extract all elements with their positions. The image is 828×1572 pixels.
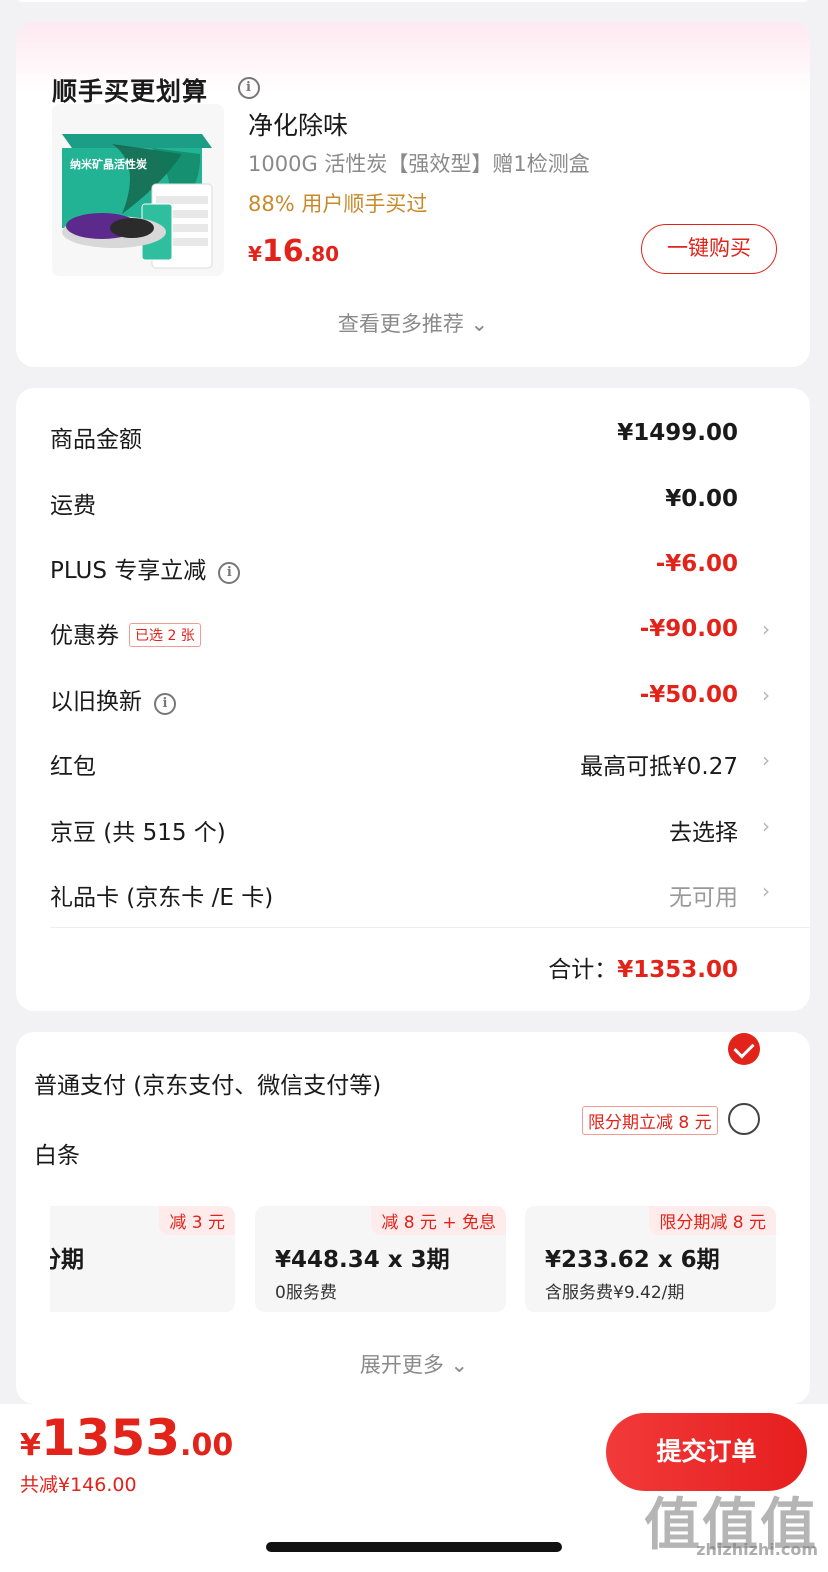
total-label: 合计： [548,957,618,983]
summary-value: -¥90.00 [639,616,738,642]
product-spec: 1000G 活性炭【强效型】赠1检测盒 [248,152,590,176]
expand-more-link[interactable]: 展开更多 ⌄ [0,1349,828,1379]
summary-value: 无可用 [669,885,738,911]
plan-tag: 限分期减 8 元 [649,1206,776,1235]
summary-value: 最高可抵¥0.27 [580,754,738,780]
summary-row-goods: 商品金额 ¥1499.00 [50,414,770,454]
chevron-right-icon: › [762,748,770,772]
info-icon[interactable]: i [218,562,241,584]
product-price-symbol: ¥ [248,242,262,266]
summary-label: 运费 [50,493,96,519]
payment-option-baitiao[interactable]: 白条 [34,1136,80,1170]
divider [50,927,810,928]
chevron-right-icon: › [762,683,770,707]
summary-label-wrap: 以旧换新 i [50,682,176,716]
summary-label-wrap: 优惠券 已选 2 张 [50,616,201,650]
summary-value: ¥1499.00 [617,420,738,446]
coupon-selected-tag: 已选 2 张 [129,623,201,647]
summary-total: 合计：¥1353.00 [548,950,738,984]
more-recommendations-link[interactable]: 查看更多推荐 ⌄ [16,308,810,338]
summary-label: 红包 [50,754,96,780]
installment-plans[interactable]: 减 3 元 分期 费 减 8 元 + 免息 ¥448.34 x 3期 0服务费 … [50,1176,776,1316]
checkout-price-dec: .00 [180,1428,234,1463]
home-indicator[interactable] [266,1542,562,1552]
summary-label: 京豆 (共 515 个) [50,820,226,846]
plan-main: ¥448.34 x 3期 [275,1247,450,1273]
upsell-card: 顺手买更划算 i 纳米矿晶活性炭 净化除味 1000G 活性炭【强效型】赠1检测… [16,22,810,367]
summary-row-tradein[interactable]: 以旧换新 i -¥50.00 › [50,676,770,716]
product-box-text: 纳米矿晶活性炭 [70,158,147,171]
summary-value: -¥50.00 [639,682,738,708]
product-image[interactable]: 纳米矿晶活性炭 [52,104,224,276]
plan-main: 分期 [50,1247,84,1273]
plan-sub: 0服务费 [275,1283,337,1303]
summary-row-redpacket[interactable]: 红包 最高可抵¥0.27 › [50,741,770,781]
summary-value: ¥0.00 [665,486,738,512]
summary-label: 商品金额 [50,427,142,453]
product-price-dec: .80 [303,242,340,266]
summary-value: 去选择 [669,820,738,846]
radio-unchecked-icon[interactable] [728,1103,760,1135]
product-name[interactable]: 净化除味 [248,106,348,142]
product-price-int: 16 [261,234,304,269]
plan-main: ¥233.62 x 6期 [545,1247,720,1273]
summary-label-wrap: PLUS 专享立减 i [50,551,241,585]
checkout-price-symbol: ¥ [20,1428,41,1463]
previous-card-edge [16,0,810,2]
checkout-price-int: 1353 [40,1409,181,1467]
chevron-right-icon: › [762,814,770,838]
chevron-right-icon: › [762,617,770,641]
summary-label: 优惠券 [50,623,119,649]
payment-option-normal[interactable]: 普通支付 (京东支付、微信支付等) [34,1066,381,1100]
product-social-proof: 88% 用户顺手买过 [248,192,428,216]
info-icon[interactable]: i [154,693,176,715]
summary-row-plus: PLUS 专享立减 i -¥6.00 [50,545,770,585]
baitiao-promo-tag: 限分期立减 8 元 [582,1106,718,1135]
summary-label: 以旧换新 [50,689,142,715]
plan-tag: 减 8 元 + 免息 [371,1206,506,1235]
summary-row-shipping: 运费 ¥0.00 [50,480,770,520]
summary-row-coupon[interactable]: 优惠券 已选 2 张 -¥90.00 › [50,610,770,650]
summary-label: 礼品卡 (京东卡 /E 卡) [50,885,274,911]
total-saved: 共减¥146.00 [20,1474,137,1496]
summary-row-giftcard[interactable]: 礼品卡 (京东卡 /E 卡) 无可用 › [50,872,770,912]
product-price: ¥16.80 [248,234,339,269]
product-image-illustration [52,104,224,276]
chevron-right-icon: › [762,879,770,903]
one-click-buy-button[interactable]: 一键购买 [641,224,777,274]
total-value: ¥1353.00 [617,957,738,983]
plan-sub: 含服务费¥9.42/期 [545,1283,685,1303]
checked-icon[interactable] [728,1033,760,1065]
summary-row-jingdou[interactable]: 京豆 (共 515 个) 去选择 › [50,807,770,847]
summary-label: PLUS 专享立减 [50,558,207,584]
installment-plan-card[interactable]: 限分期减 8 元 ¥233.62 x 6期 含服务费¥9.42/期 [525,1206,776,1312]
order-summary-card: 商品金额 ¥1499.00 运费 ¥0.00 PLUS 专享立减 i -¥6.00… [16,388,810,1011]
installment-plan-card[interactable]: 减 3 元 分期 费 [50,1206,235,1312]
plan-tag: 减 3 元 [159,1206,235,1235]
upsell-title-wrap: 顺手买更划算 i [52,72,260,108]
summary-value: -¥6.00 [655,551,738,577]
installment-plan-card[interactable]: 减 8 元 + 免息 ¥448.34 x 3期 0服务费 [255,1206,506,1312]
info-icon[interactable]: i [238,77,260,99]
watermark-url: zhizhizhi.com [696,1540,818,1559]
checkout-total-price: ¥1353.00 [20,1409,233,1467]
upsell-title: 顺手买更划算 [52,77,209,106]
